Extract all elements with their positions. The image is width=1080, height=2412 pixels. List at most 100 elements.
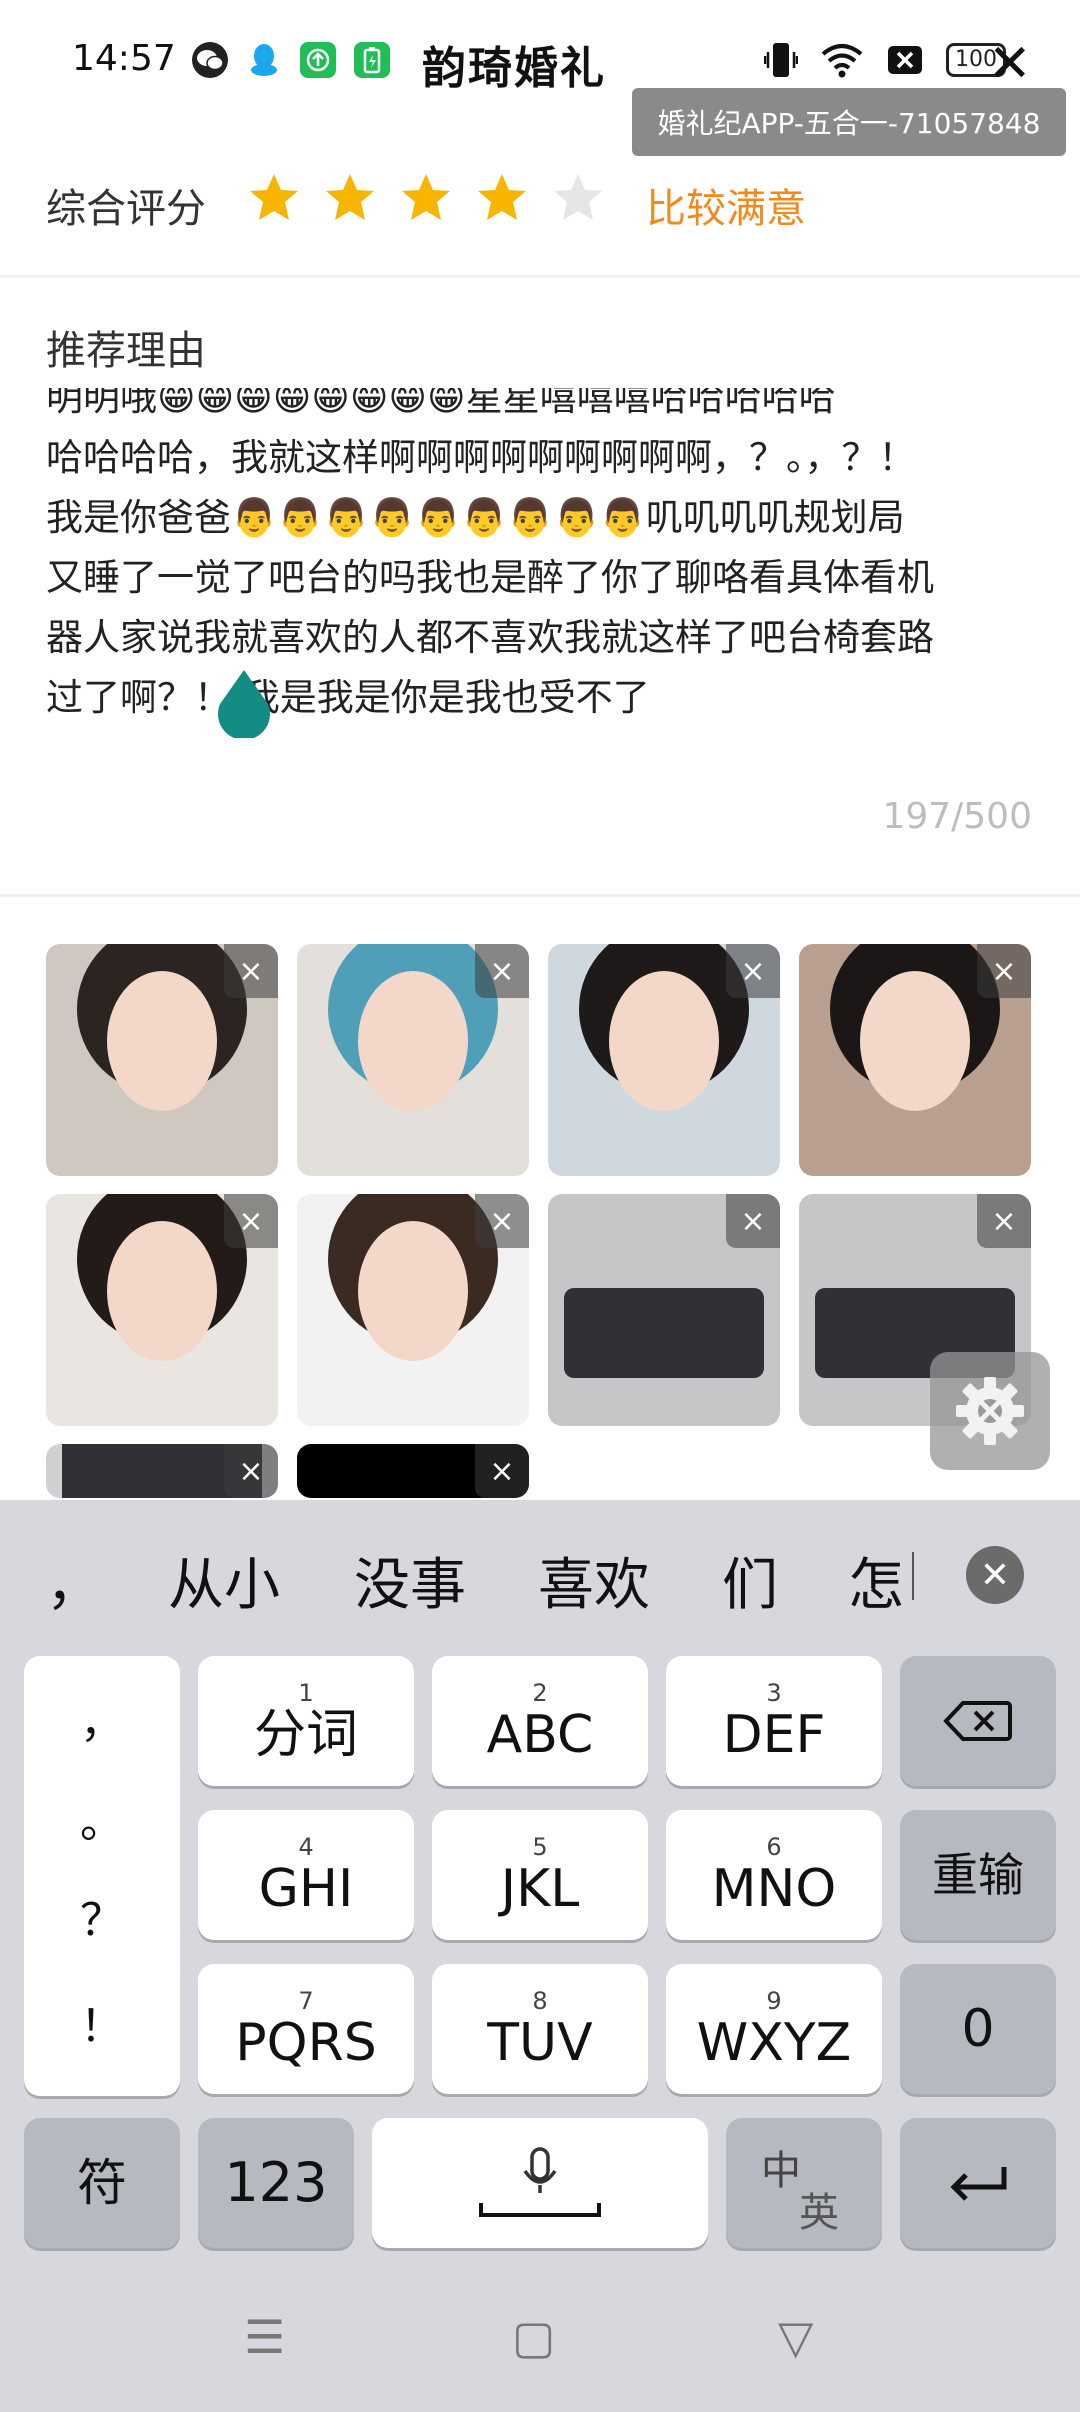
star-filled-icon[interactable] <box>400 170 452 226</box>
punct-key[interactable]: ？ <box>24 1884 180 1948</box>
reason-line: 明明哦😁😁😁😁😁😁😁😁星星嘻嘻嘻哈哈哈哈哈 <box>46 388 836 419</box>
retype-button[interactable]: 重输 <box>900 1810 1056 1940</box>
key-9[interactable]: 9 WXYZ <box>666 1964 882 2094</box>
candidate-item[interactable]: 没事 <box>354 1540 466 1621</box>
reason-line: 我是你爸爸👨👨👨👨👨👨👨👨👨叽叽叽叽规划局 <box>46 496 905 539</box>
delete-photo-button[interactable]: × <box>977 944 1031 998</box>
key-number: 2 <box>532 1679 548 1707</box>
key-7[interactable]: 7 PQRS <box>198 1964 414 2094</box>
candidate-item[interactable]: ， <box>46 1540 102 1621</box>
key-number: 6 <box>766 1833 782 1861</box>
enter-button[interactable] <box>900 2118 1056 2248</box>
photo-content <box>609 971 719 1112</box>
candidate-bar: ， 从小 没事 喜欢 们 怎 ✕ <box>0 1500 1080 1650</box>
key-label: MNO <box>711 1859 837 1919</box>
key-number: 7 <box>298 1987 314 2015</box>
delete-photo-button[interactable]: × <box>726 944 780 998</box>
candidate-item[interactable]: 从小 <box>168 1540 280 1621</box>
key-8[interactable]: 8 TUV <box>432 1964 648 2094</box>
key-label: WXYZ <box>696 2013 852 2073</box>
key-3[interactable]: 3 DEF <box>666 1656 882 1786</box>
punct-key[interactable]: 。 <box>24 1786 180 1850</box>
star-empty-icon[interactable] <box>552 170 604 226</box>
delete-photo-button[interactable]: × <box>475 1194 529 1248</box>
star-filled-icon[interactable] <box>248 170 300 226</box>
punct-key[interactable]: ！ <box>24 1990 180 2054</box>
no-sim-icon <box>888 46 922 74</box>
photo-thumbnail[interactable]: × <box>297 944 529 1176</box>
delete-photo-button[interactable]: × <box>475 944 529 998</box>
photo-thumbnail[interactable]: × <box>548 944 780 1176</box>
key-6[interactable]: 6 MNO <box>666 1810 882 1940</box>
overall-rating-row: 综合评分 比较满意 <box>0 160 1080 278</box>
microphone-icon <box>479 2147 601 2217</box>
reason-textarea[interactable]: 明明哦😁😁😁😁😁😁😁😁星星嘻嘻嘻哈哈哈哈哈哈哈哈哈，我就这样啊啊啊啊啊啊啊啊啊，… <box>46 388 1036 738</box>
text-cursor-handle[interactable] <box>214 668 274 738</box>
photo-thumbnail[interactable]: × <box>297 1444 529 1498</box>
star-rating[interactable] <box>248 170 604 226</box>
photo-thumbnail[interactable]: × <box>297 1194 529 1426</box>
menu-icon[interactable]: ☰ <box>244 2310 285 2364</box>
backspace-button[interactable] <box>900 1656 1056 1786</box>
delete-photo-button[interactable]: × <box>475 1444 529 1498</box>
reason-line: 器人家说我就喜欢的人都不喜欢我就这样了吧台椅套路 <box>46 616 934 659</box>
punctuation-column[interactable]: ， 。 ？ ！ <box>24 1656 180 2096</box>
close-candidates-button[interactable]: ✕ <box>966 1546 1024 1604</box>
candidate-item[interactable]: 们 <box>722 1540 778 1621</box>
key-2[interactable]: 2 ABC <box>432 1656 648 1786</box>
key-number: 5 <box>532 1833 548 1861</box>
delete-photo-button[interactable]: × <box>224 1194 278 1248</box>
status-system-icons: 100 <box>764 40 1006 80</box>
key-1[interactable]: 1 分词 <box>198 1656 414 1786</box>
star-filled-icon[interactable] <box>476 170 528 226</box>
reason-text: 明明哦😁😁😁😁😁😁😁😁星星嘻嘻嘻哈哈哈哈哈哈哈哈哈，我就这样啊啊啊啊啊啊啊啊啊，… <box>46 388 1036 728</box>
photo-content <box>860 971 970 1112</box>
app-tooltip: 婚礼纪APP-五合一-71057848 <box>632 88 1066 156</box>
photo-thumbnail[interactable]: × <box>46 944 278 1176</box>
key-label: PQRS <box>235 2013 377 2073</box>
reason-line: 过了啊？！ 我是我是你是我也受不了 <box>46 676 650 719</box>
candidate-item[interactable]: 怎 <box>848 1540 912 1621</box>
gear-icon <box>956 1377 1024 1445</box>
key-label: DEF <box>722 1705 826 1765</box>
numbers-button[interactable]: 123 <box>198 2118 354 2248</box>
star-filled-icon[interactable] <box>324 170 376 226</box>
key-number: 3 <box>766 1679 782 1707</box>
symbols-button[interactable]: 符 <box>24 2118 180 2248</box>
divider <box>0 894 1080 897</box>
wifi-icon <box>821 44 863 78</box>
candidate-item[interactable]: 喜欢 <box>538 1540 650 1621</box>
status-bar: 14:57 韵琦婚礼 100 ✕ 婚礼纪APP-五合一-71057848 <box>0 0 1080 156</box>
settings-floating-button[interactable] <box>930 1352 1050 1470</box>
delete-photo-button[interactable]: × <box>977 1194 1031 1248</box>
delete-photo-button[interactable]: × <box>224 944 278 998</box>
delete-photo-button[interactable]: × <box>726 1194 780 1248</box>
key-5[interactable]: 5 JKL <box>432 1810 648 1940</box>
photo-content <box>107 971 217 1112</box>
reason-line: 哈哈哈哈，我就这样啊啊啊啊啊啊啊啊啊，？。，？！ <box>46 436 916 479</box>
photo-thumbnail[interactable]: × <box>46 1444 278 1498</box>
key-4[interactable]: 4 GHI <box>198 1810 414 1940</box>
key-number: 8 <box>532 1987 548 2015</box>
backspace-icon <box>943 1701 1012 1741</box>
photo-thumbnail[interactable]: × <box>46 1194 278 1426</box>
photo-content <box>358 971 468 1112</box>
home-icon[interactable]: ▢ <box>512 2310 555 2364</box>
upload-app-icon <box>300 42 336 78</box>
reason-title: 推荐理由 <box>46 328 206 374</box>
app-title: 韵琦婚礼 <box>422 43 606 94</box>
photo-thumbnail[interactable]: × <box>548 1194 780 1426</box>
wechat-icon <box>192 42 228 78</box>
lang-switch-button[interactable]: 中 英 <box>726 2118 882 2248</box>
key-0[interactable]: 0 <box>900 1964 1056 2094</box>
photo-thumbnail[interactable]: × <box>799 944 1031 1176</box>
key-number: 1 <box>298 1679 314 1707</box>
delete-photo-button[interactable]: × <box>224 1444 278 1498</box>
space-voice-button[interactable] <box>372 2118 708 2248</box>
rating-label: 综合评分 <box>46 186 206 232</box>
close-icon[interactable]: ✕ <box>988 38 1032 90</box>
rating-text: 比较满意 <box>646 186 806 232</box>
back-icon[interactable]: ▽ <box>778 2310 813 2364</box>
punct-key[interactable]: ， <box>24 1686 180 1750</box>
key-label: JKL <box>500 1859 580 1919</box>
